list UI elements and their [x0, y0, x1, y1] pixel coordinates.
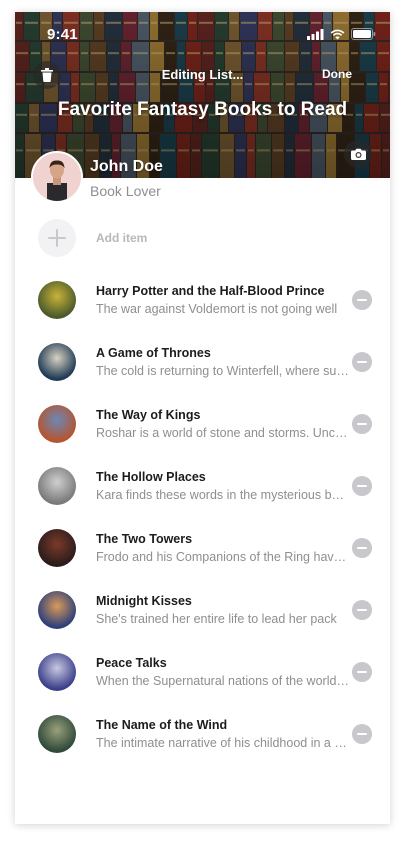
book-title: Peace Talks: [96, 656, 167, 670]
book-list-item[interactable]: The Hollow Places Kara finds these words …: [38, 467, 378, 509]
remove-item-button[interactable]: [352, 662, 372, 682]
signal-icon: [307, 28, 324, 40]
remove-item-button[interactable]: [352, 600, 372, 620]
avatar-photo: [33, 153, 81, 201]
book-title: The Name of the Wind: [96, 718, 228, 732]
remove-item-button[interactable]: [352, 414, 372, 434]
book-description: Roshar is a world of stone and storms. U…: [96, 426, 350, 440]
phone-screen: 9:41 Editing List... Done Favorite Fanta…: [15, 12, 390, 824]
book-description: She's trained her entire life to lead he…: [96, 612, 337, 626]
book-list-item[interactable]: A Game of Thrones The cold is returning t…: [38, 343, 378, 385]
book-cover-image: [38, 281, 76, 319]
camera-icon: [350, 148, 366, 160]
book-cover-image: [38, 343, 76, 381]
user-bio: Book Lover: [90, 183, 161, 199]
book-list-item[interactable]: Harry Potter and the Half-Blood Prince Th…: [38, 281, 378, 323]
minus-icon: [357, 361, 367, 363]
book-cover-image: [38, 653, 76, 691]
status-icons: [307, 28, 376, 40]
remove-item-button[interactable]: [352, 352, 372, 372]
book-description: When the Supernatural nations of the wor…: [96, 674, 350, 688]
list-title[interactable]: Favorite Fantasy Books to Read: [15, 99, 390, 121]
book-title: A Game of Thrones: [96, 346, 211, 360]
remove-item-button[interactable]: [352, 290, 372, 310]
book-cover-image: [38, 715, 76, 753]
plus-icon: [48, 229, 66, 247]
add-item-label: Add item: [96, 231, 148, 245]
status-time: 9:41: [47, 26, 78, 43]
minus-icon: [357, 547, 367, 549]
book-cover-image: [38, 591, 76, 629]
book-cover-image: [38, 467, 76, 505]
book-title: The Way of Kings: [96, 408, 201, 422]
book-description: The cold is returning to Winterfell, whe…: [96, 364, 350, 378]
book-title: The Hollow Places: [96, 470, 206, 484]
book-list-item[interactable]: The Name of the Wind The intimate narrati…: [38, 715, 378, 757]
book-description: The war against Voldemort is not going w…: [96, 302, 338, 316]
book-list-item[interactable]: Midnight Kisses She's trained her entire …: [38, 591, 378, 633]
done-button[interactable]: Done: [322, 67, 352, 81]
book-description: Frodo and his Companions of the Ring hav…: [96, 550, 350, 564]
remove-item-button[interactable]: [352, 538, 372, 558]
wifi-icon: [330, 29, 345, 39]
book-cover-image: [38, 405, 76, 443]
book-list-item[interactable]: The Way of Kings Roshar is a world of sto…: [38, 405, 378, 447]
remove-item-button[interactable]: [352, 724, 372, 744]
remove-item-button[interactable]: [352, 476, 372, 496]
minus-icon: [357, 609, 367, 611]
book-list-item[interactable]: Peace Talks When the Supernatural nations…: [38, 653, 378, 695]
book-title: Midnight Kisses: [96, 594, 192, 608]
add-item-button[interactable]: [38, 219, 76, 257]
add-item-row[interactable]: Add item: [38, 219, 378, 259]
book-cover-image: [38, 529, 76, 567]
minus-icon: [357, 671, 367, 673]
user-avatar[interactable]: [31, 151, 83, 203]
minus-icon: [357, 423, 367, 425]
change-cover-button[interactable]: [344, 140, 372, 168]
book-description: Kara finds these words in the mysterious…: [96, 488, 350, 502]
user-name[interactable]: John Doe: [90, 158, 163, 176]
status-bar: 9:41: [15, 12, 390, 56]
book-description: The intimate narrative of his childhood …: [96, 736, 350, 750]
battery-icon: [351, 28, 376, 40]
minus-icon: [357, 733, 367, 735]
minus-icon: [357, 485, 367, 487]
book-title: Harry Potter and the Half-Blood Prince: [96, 284, 325, 298]
book-list-item[interactable]: The Two Towers Frodo and his Companions o…: [38, 529, 378, 571]
book-title: The Two Towers: [96, 532, 193, 546]
header-cover-image[interactable]: 9:41 Editing List... Done Favorite Fanta…: [15, 12, 390, 178]
minus-icon: [357, 299, 367, 301]
